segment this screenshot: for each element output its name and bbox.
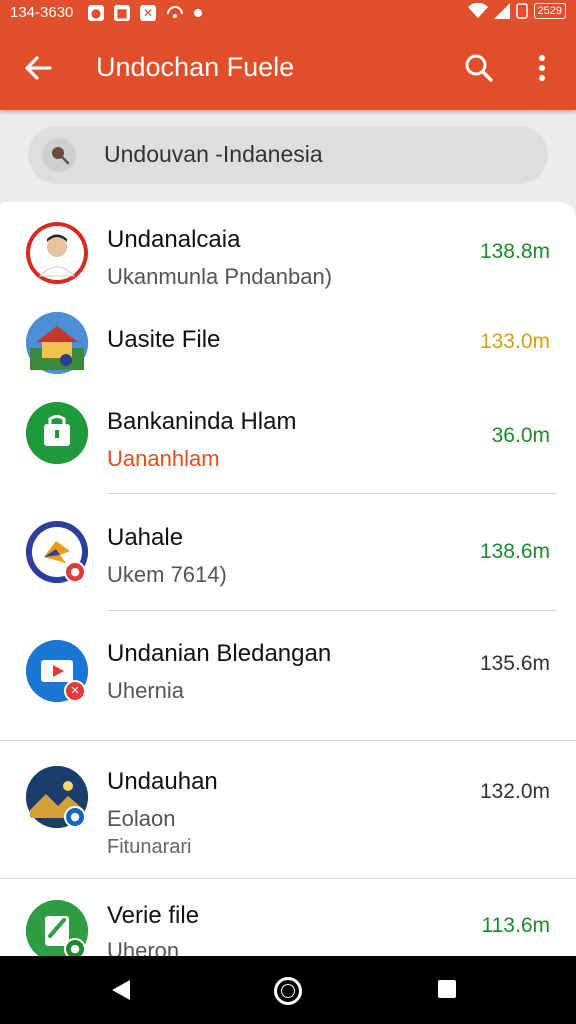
item-name: Uahale — [107, 524, 184, 551]
status-system-icons: 2529 — [467, 3, 566, 19]
status-time: 134-3630 — [10, 4, 74, 21]
status-bar: 134-3630 ● ■ ✕ 2529 — [0, 0, 576, 26]
green-bag-icon — [26, 402, 88, 464]
item-size: 138.8m — [479, 240, 550, 263]
search-input[interactable]: Undouvan -Indanesia — [104, 141, 323, 168]
item-subtitle: Uhernia — [107, 678, 185, 703]
sim-icon — [515, 3, 528, 19]
video-play-icon: ✕ — [26, 640, 88, 702]
item-size: 36.0m — [491, 424, 550, 447]
item-size: 113.6m — [481, 914, 551, 937]
app-badge-icon: ✕ — [64, 680, 86, 702]
bird-logo-icon: ● — [26, 521, 88, 583]
list-item[interactable]: Uasite File 133.0m — [0, 310, 576, 380]
divider — [107, 493, 556, 494]
nav-back-icon[interactable] — [112, 980, 130, 1000]
page-title: Undochan Fuele — [96, 52, 295, 82]
list-item[interactable]: Bankaninda Hlam Uananhlam 36.0m — [0, 400, 576, 490]
item-size: 132.0m — [479, 780, 550, 803]
file-list: Undanalcaia Ukanmunla Pndanban) 138.8m U… — [0, 202, 576, 962]
item-size: 133.0m — [479, 330, 550, 353]
divider — [0, 740, 576, 741]
item-name: Undauhan — [107, 768, 218, 795]
notification-sync-icon — [167, 6, 183, 18]
system-nav-bar — [0, 956, 576, 1024]
green-edit-icon: ● — [26, 900, 88, 962]
list-item[interactable]: Undanalcaia Ukanmunla Pndanban) 138.8m — [0, 220, 576, 302]
item-name: Undanian Bledangan — [107, 640, 332, 667]
list-item[interactable]: ● Undauhan Eolaon Fitunarari 132.0m — [0, 764, 576, 882]
list-item[interactable]: ● Uahale Ukem 7614) 138.6m — [0, 518, 576, 608]
item-size: 135.6m — [479, 652, 550, 675]
list-item[interactable]: ✕ Undanian Bledangan Uhernia 135.6m — [0, 638, 576, 728]
list-item[interactable]: ● Verie file Uheron 113.6m — [0, 898, 576, 962]
notification-message-icon: ■ — [114, 5, 130, 21]
house-scene-icon — [26, 312, 88, 374]
battery-indicator: 2529 — [533, 3, 566, 19]
back-arrow-icon[interactable] — [22, 52, 54, 84]
landscape-photo-icon: ● — [26, 766, 88, 828]
signal-icon — [493, 3, 510, 19]
item-subtitle: Uananhlam — [107, 446, 220, 471]
item-name: Bankaninda Hlam — [107, 408, 297, 435]
app-bar: Undochan Fuele — [0, 26, 576, 110]
notification-app-icon: ● — [88, 5, 104, 21]
item-size: 138.6m — [479, 540, 550, 563]
person-avatar-icon — [26, 222, 88, 284]
divider — [0, 878, 576, 879]
search-field[interactable]: Undouvan -Indanesia — [28, 126, 548, 184]
item-subtitle-secondary: Fitunarari — [107, 836, 192, 858]
notification-mute-icon: ✕ — [140, 5, 156, 21]
item-name: Undanalcaia — [107, 226, 241, 253]
app-badge-icon: ● — [64, 561, 86, 583]
item-name: Verie file — [107, 902, 200, 929]
item-subtitle: Ukem 7614) — [107, 562, 227, 587]
app-badge-icon: ● — [64, 806, 86, 828]
notification-dot-icon — [194, 9, 202, 17]
search-icon[interactable] — [464, 53, 494, 83]
item-subtitle: Ukanmunla Pndanban) — [107, 264, 333, 289]
nav-recents-icon[interactable] — [438, 980, 456, 998]
divider — [107, 610, 556, 611]
wifi-icon — [467, 3, 488, 18]
item-name: Uasite File — [107, 326, 221, 353]
search-avatar-icon — [42, 138, 76, 172]
item-subtitle: Eolaon — [107, 806, 176, 831]
status-notification-icons: ● ■ ✕ — [88, 5, 202, 21]
more-options-icon[interactable] — [530, 52, 554, 84]
nav-home-icon[interactable] — [274, 977, 302, 1005]
